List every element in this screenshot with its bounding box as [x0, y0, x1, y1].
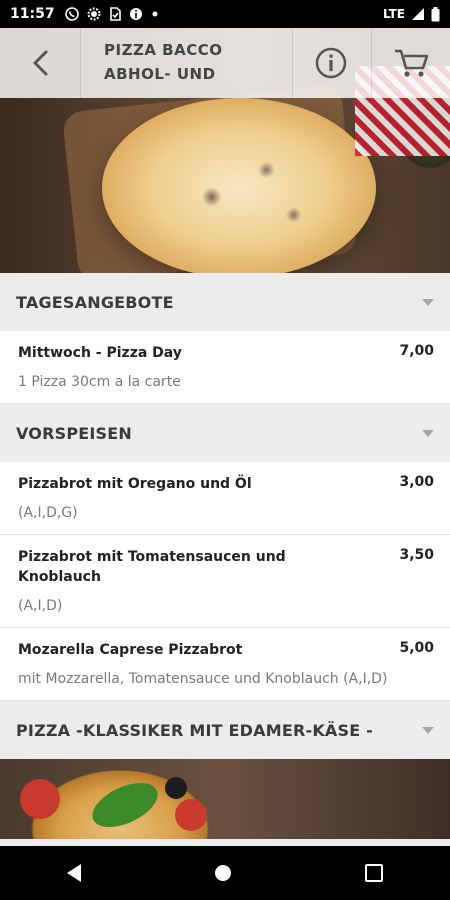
dot-icon: [152, 11, 158, 17]
pizza-image: [102, 98, 376, 273]
status-notification-icons: [64, 7, 159, 21]
tomato-slice: [20, 779, 60, 819]
tomato-slice: [175, 799, 207, 831]
olive: [165, 777, 187, 799]
menu-item[interactable]: Pizzabrot mit Oregano und Öl 3,00 (A,I,D…: [0, 462, 450, 535]
menu-item-name: Mittwoch - Pizza Day: [18, 345, 182, 361]
menu-item-description: mit Mozzarella, Tomatensauce und Knoblau…: [18, 671, 388, 687]
info-icon: [129, 8, 142, 20]
battery-icon: [431, 6, 440, 21]
menu-item[interactable]: Pizzabrot mit Tomatensaucen und Knoblauc…: [0, 535, 450, 628]
menu-item[interactable]: Mozarella Caprese Pizzabrot 5,00 mit Moz…: [0, 628, 450, 701]
chevron-down-icon: [422, 298, 434, 306]
menu-item-name: Pizzabrot mit Tomatensaucen und Knoblauc…: [18, 549, 286, 585]
back-arrow-icon: [33, 50, 48, 76]
status-time: 11:57: [10, 6, 55, 22]
settings-icon: [87, 7, 101, 21]
basil-leaf: [85, 773, 165, 837]
section-title: VORSPEISEN: [16, 423, 132, 443]
cart-button[interactable]: [372, 28, 450, 98]
top-app-bar: PIZZA BACCO ABHOL- UND: [0, 28, 450, 98]
menu-item-price: 5,00: [399, 640, 434, 656]
system-navigation-bar: [0, 846, 450, 900]
menu-item-price: 3,50: [399, 547, 434, 563]
signal-icon: [412, 8, 424, 20]
status-bar: 11:57 LTE: [0, 0, 450, 28]
page-title-line2: ABHOL- UND: [104, 65, 216, 83]
shopping-cart-icon: [395, 49, 429, 77]
sim-icon: [109, 7, 121, 21]
section-header-pizza-klassiker[interactable]: PIZZA -KLASSIKER MIT EDAMER-KÄSE -: [0, 701, 450, 759]
info-circle-icon: [315, 47, 347, 79]
chevron-down-icon: [422, 429, 434, 437]
menu-item[interactable]: Mittwoch - Pizza Day 7,00 1 Pizza 30cm a…: [0, 331, 450, 404]
section-header-vorspeisen[interactable]: VORSPEISEN: [0, 404, 450, 462]
back-button[interactable]: [0, 28, 80, 98]
menu-item-name: Mozarella Caprese Pizzabrot: [18, 642, 243, 658]
chevron-down-icon: [422, 726, 434, 734]
menu-content: TAGESANGEBOTE Mittwoch - Pizza Day 7,00 …: [0, 273, 450, 846]
section-title: TAGESANGEBOTE: [16, 292, 174, 312]
nav-home-icon[interactable]: [215, 865, 231, 881]
page-title-line1: PIZZA BACCO: [104, 41, 223, 59]
section-header-tagesangebote[interactable]: TAGESANGEBOTE: [0, 273, 450, 331]
network-type: LTE: [382, 7, 405, 21]
page-title: PIZZA BACCO ABHOL- UND: [104, 38, 284, 86]
menu-item-price: 3,00: [399, 474, 434, 490]
section-pizza-image: [0, 759, 450, 839]
menu-item-description: (A,I,D): [18, 598, 63, 614]
menu-item-description: 1 Pizza 30cm a la carte: [18, 374, 181, 390]
nav-back-icon[interactable]: [67, 864, 81, 882]
section-title: PIZZA -KLASSIKER MIT EDAMER-KÄSE -: [16, 720, 373, 740]
menu-item-price: 7,00: [399, 343, 434, 359]
info-button[interactable]: [292, 28, 370, 98]
nav-recents-icon[interactable]: [365, 864, 383, 882]
menu-item-name: Pizzabrot mit Oregano und Öl: [18, 476, 252, 492]
header-divider: [80, 28, 81, 98]
whatsapp-icon: [64, 7, 79, 21]
menu-item-description: (A,I,D,G): [18, 505, 78, 521]
